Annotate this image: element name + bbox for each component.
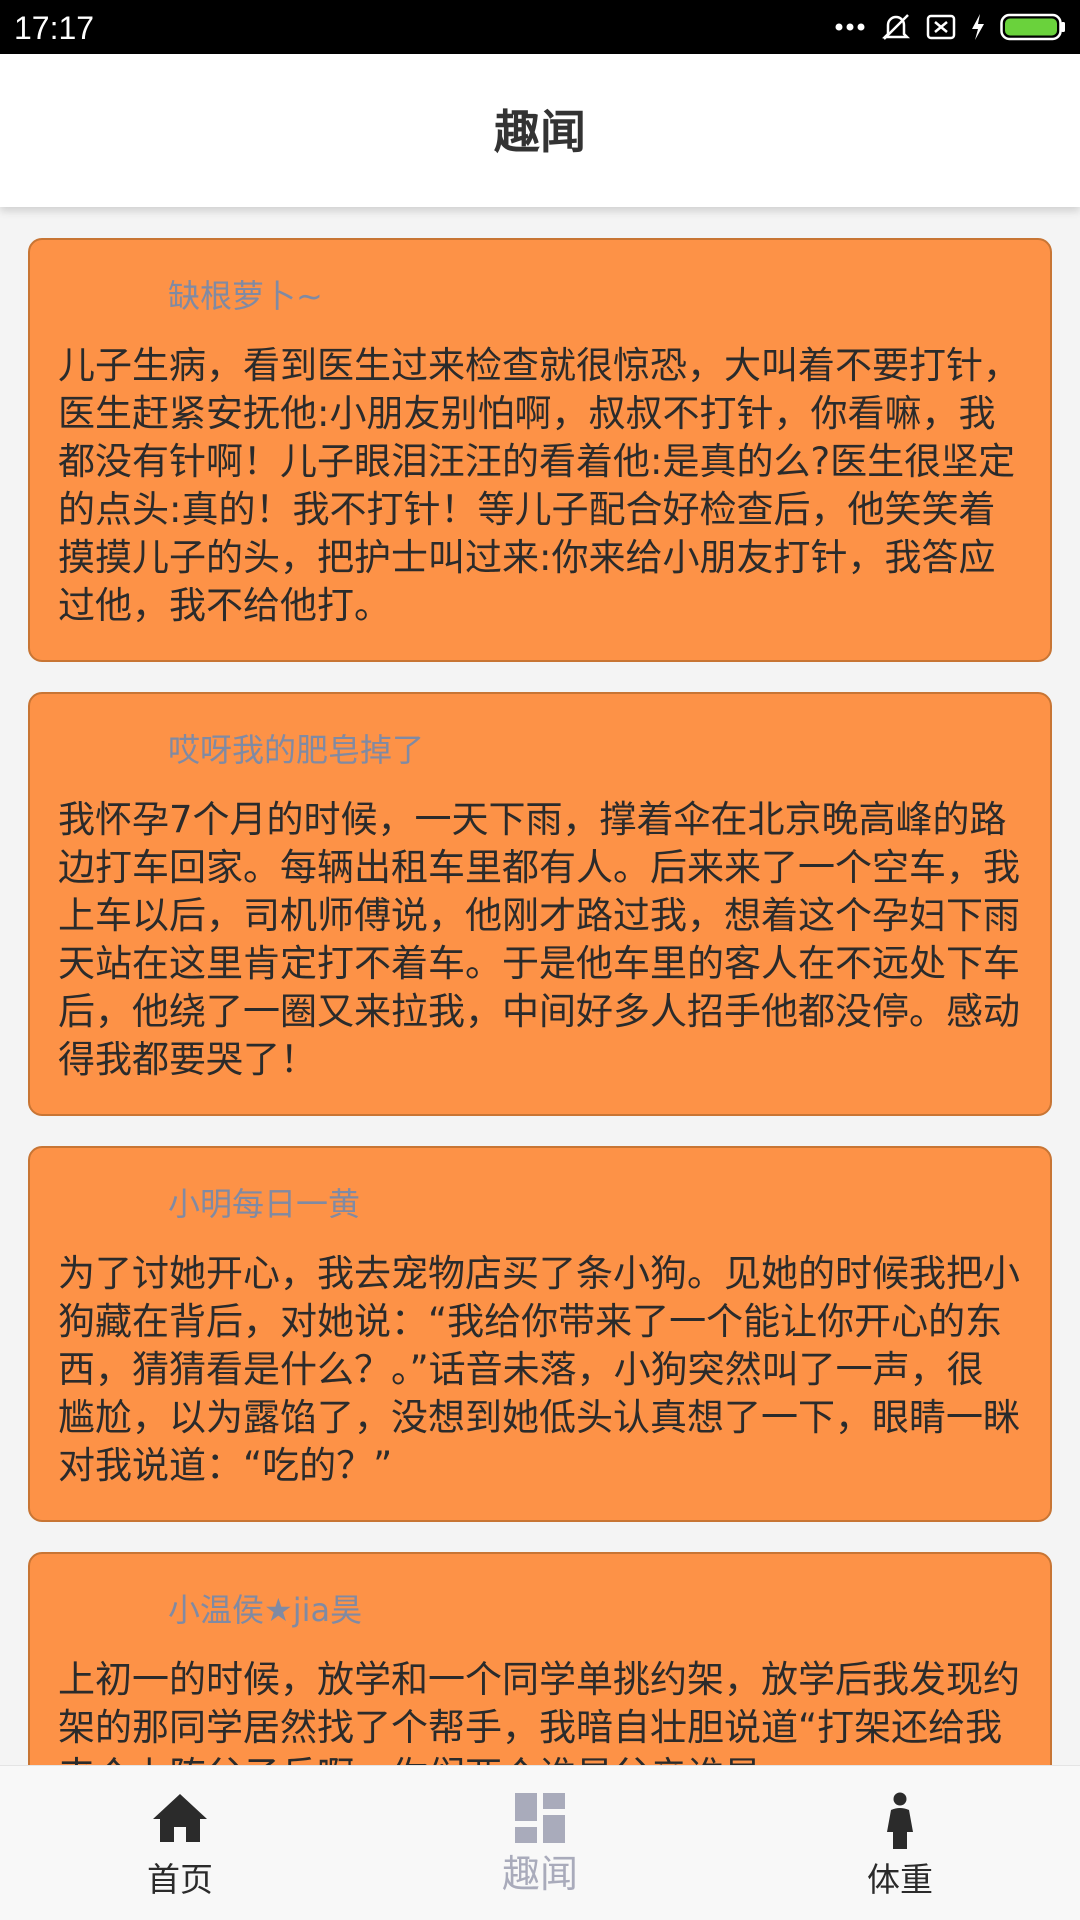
- charging-icon: [970, 13, 986, 41]
- card-content: 儿子生病，看到医生过来检查就很惊恐，大叫着不要打针，医生赶紧安抚他:小朋友别怕啊…: [58, 344, 1020, 627]
- vibrate-off-icon: [880, 12, 912, 42]
- status-time: 17:17: [14, 10, 95, 46]
- card-author: 缺根萝卜~: [168, 277, 323, 315]
- card-content: 为了讨她开心，我去宠物店买了条小狗。见她的时候我把小狗藏在背后，对她说：“我给你…: [58, 1252, 1020, 1487]
- card-author: 小明每日一黄: [168, 1185, 361, 1223]
- tab-news-label: 趣闻: [501, 1852, 578, 1896]
- home-icon: [151, 1792, 209, 1848]
- news-feed: 缺根萝卜~ 儿子生病，看到医生过来检查就很惊恐，大叫着不要打针，医生赶紧安抚他:…: [28, 238, 1052, 1765]
- tab-home[interactable]: 首页: [80, 1766, 280, 1920]
- dashboard-icon: [514, 1792, 566, 1848]
- tab-weight-label: 体重: [867, 1860, 933, 1899]
- tab-weight[interactable]: 体重: [800, 1766, 1000, 1920]
- bottom-tab-bar: 首页 趣闻 体重: [0, 1765, 1080, 1920]
- news-card[interactable]: 小明每日一黄 为了讨她开心，我去宠物店买了条小狗。见她的时候我把小狗藏在背后，对…: [28, 1146, 1052, 1522]
- card-content: 上初一的时候，放学和一个同学单挑约架，放学后我发现约架的那同学居然找了个帮手，我…: [58, 1658, 1020, 1765]
- card-content: 我怀孕7个月的时候，一天下雨，撑着伞在北京晚高峰的路边打车回家。每辆出租车里都有…: [58, 798, 1020, 1081]
- card-author: 哎呀我的肥皂掉了: [168, 731, 425, 769]
- news-card[interactable]: 小温侯★jia昊 上初一的时候，放学和一个同学单挑约架，放学后我发现约架的那同学…: [28, 1552, 1052, 1765]
- news-card[interactable]: 缺根萝卜~ 儿子生病，看到医生过来检查就很惊恐，大叫着不要打针，医生赶紧安抚他:…: [28, 238, 1052, 662]
- tab-home-label: 首页: [147, 1860, 213, 1899]
- app-header: 趣闻: [0, 54, 1080, 207]
- news-feed-scroll-area[interactable]: 缺根萝卜~ 儿子生病，看到医生过来检查就很惊恐，大叫着不要打针，医生赶紧安抚他:…: [0, 207, 1080, 1765]
- tab-news[interactable]: 趣闻: [440, 1766, 640, 1920]
- more-dots-icon: [834, 22, 866, 32]
- card-author: 小温侯★jia昊: [168, 1591, 363, 1629]
- battery-icon: [1000, 13, 1066, 41]
- status-icons: [834, 12, 1066, 42]
- status-bar: 17:17: [0, 0, 1080, 54]
- page-title: 趣闻: [494, 105, 586, 159]
- news-card[interactable]: 哎呀我的肥皂掉了 我怀孕7个月的时候，一天下雨，撑着伞在北京晚高峰的路边打车回家…: [28, 692, 1052, 1116]
- person-icon: [883, 1792, 917, 1854]
- sim-blocked-icon: [926, 14, 956, 40]
